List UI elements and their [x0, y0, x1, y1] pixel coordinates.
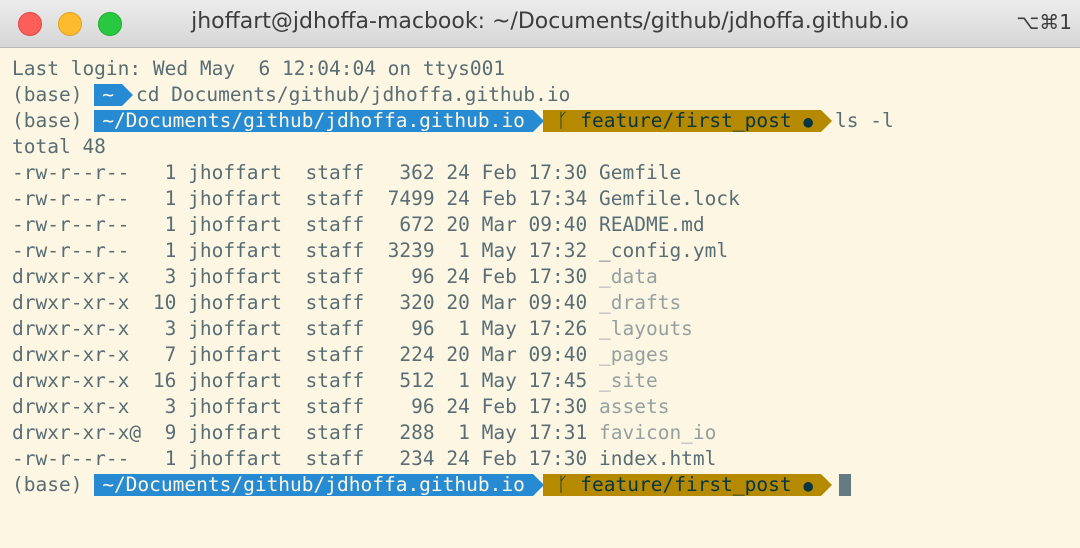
close-button[interactable] [18, 12, 42, 36]
last-login-line: Last login: Wed May 6 12:04:04 on ttys00… [12, 57, 506, 80]
directory-name: _site [599, 369, 658, 392]
git-branch-icon: ᚴ [556, 109, 569, 132]
listing-row: drwxr-xr-x 16 jhoffart staff 512 1 May 1… [12, 368, 1072, 394]
minimize-button[interactable] [58, 12, 82, 36]
terminal-window: jhoffart@jdhoffa-macbook: ~/Documents/gi… [0, 0, 1080, 548]
directory-name: favicon_io [599, 421, 717, 444]
file-name: _config.yml [599, 239, 729, 262]
file-listing: -rw-r--r-- 1 jhoffart staff 362 24 Feb 1… [12, 160, 1072, 472]
prompt-line-3: (base) ~/Documents/github/jdhoffa.github… [12, 472, 1072, 498]
file-name: index.html [599, 447, 717, 470]
listing-row: -rw-r--r-- 1 jhoffart staff 234 24 Feb 1… [12, 446, 1072, 472]
conda-env: (base) [12, 83, 83, 106]
dirty-status-icon: ● [803, 112, 814, 131]
listing-meta: drwxr-xr-x@ 9 jhoffart staff 288 1 May 1… [12, 421, 599, 444]
listing-row: -rw-r--r-- 1 jhoffart staff 7499 24 Feb … [12, 186, 1072, 212]
listing-meta: drwxr-xr-x 7 jhoffart staff 224 20 Mar 0… [12, 343, 599, 366]
git-branch-icon: ᚴ [556, 473, 569, 496]
listing-meta: -rw-r--r-- 1 jhoffart staff 7499 24 Feb … [12, 187, 599, 210]
file-name: Gemfile [599, 161, 682, 184]
listing-meta: drwxr-xr-x 3 jhoffart staff 96 24 Feb 17… [12, 395, 599, 418]
directory-name: _pages [599, 343, 670, 366]
listing-row: drwxr-xr-x 3 jhoffart staff 96 24 Feb 17… [12, 394, 1072, 420]
conda-env: (base) [12, 473, 83, 496]
branch-name: feature/first_post [580, 109, 792, 132]
file-name: Gemfile.lock [599, 187, 740, 210]
window-shortcut: ⌥⌘1 [1016, 10, 1072, 34]
listing-meta: drwxr-xr-x 3 jhoffart staff 96 24 Feb 17… [12, 265, 599, 288]
listing-row: -rw-r--r-- 1 jhoffart staff 3239 1 May 1… [12, 238, 1072, 264]
window-title: jhoffart@jdhoffa-macbook: ~/Documents/gi… [191, 9, 909, 34]
branch-name: feature/first_post [580, 473, 792, 496]
listing-row: -rw-r--r-- 1 jhoffart staff 672 20 Mar 0… [12, 212, 1072, 238]
listing-meta: drwxr-xr-x 3 jhoffart staff 96 1 May 17:… [12, 317, 599, 340]
listing-meta: drwxr-xr-x 16 jhoffart staff 512 1 May 1… [12, 369, 599, 392]
listing-meta: -rw-r--r-- 1 jhoffart staff 362 24 Feb 1… [12, 161, 599, 184]
conda-env: (base) [12, 109, 83, 132]
text-cursor[interactable] [839, 474, 852, 496]
listing-row: drwxr-xr-x@ 9 jhoffart staff 288 1 May 1… [12, 420, 1072, 446]
total-line: total 48 [12, 135, 106, 158]
prompt-dir-segment: ~ [94, 84, 133, 106]
dirty-status-icon: ● [803, 476, 814, 495]
prompt-branch-segment: ᚴ feature/first_post ● [542, 473, 833, 496]
prompt-dir-segment: ~/Documents/github/jdhoffa.github.io [94, 110, 555, 132]
listing-row: drwxr-xr-x 3 jhoffart staff 96 1 May 17:… [12, 316, 1072, 342]
listing-row: drwxr-xr-x 10 jhoffart staff 320 20 Mar … [12, 290, 1072, 316]
directory-name: _layouts [599, 317, 693, 340]
prompt-line-2: (base) ~/Documents/github/jdhoffa.github… [12, 108, 1072, 134]
prompt-line-1: (base) ~ cd Documents/github/jdhoffa.gith… [12, 82, 1072, 108]
listing-row: drwxr-xr-x 7 jhoffart staff 224 20 Mar 0… [12, 342, 1072, 368]
title-bar[interactable]: jhoffart@jdhoffa-macbook: ~/Documents/gi… [0, 0, 1080, 48]
listing-meta: -rw-r--r-- 1 jhoffart staff 234 24 Feb 1… [12, 447, 599, 470]
directory-name: _data [599, 265, 658, 288]
listing-meta: -rw-r--r-- 1 jhoffart staff 672 20 Mar 0… [12, 213, 599, 236]
directory-name: assets [599, 395, 670, 418]
listing-meta: -rw-r--r-- 1 jhoffart staff 3239 1 May 1… [12, 239, 599, 262]
prompt-dir-segment: ~/Documents/github/jdhoffa.github.io [94, 474, 555, 496]
listing-meta: drwxr-xr-x 10 jhoffart staff 320 20 Mar … [12, 291, 599, 314]
command-text: cd Documents/github/jdhoffa.github.io [135, 83, 571, 106]
prompt-branch-segment: ᚴ feature/first_post ● [542, 109, 833, 132]
terminal-output[interactable]: Last login: Wed May 6 12:04:04 on ttys00… [12, 56, 1072, 544]
listing-row: -rw-r--r-- 1 jhoffart staff 362 24 Feb 1… [12, 160, 1072, 186]
directory-name: _drafts [599, 291, 682, 314]
listing-row: drwxr-xr-x 3 jhoffart staff 96 24 Feb 17… [12, 264, 1072, 290]
zoom-button[interactable] [98, 12, 122, 36]
file-name: README.md [599, 213, 705, 236]
